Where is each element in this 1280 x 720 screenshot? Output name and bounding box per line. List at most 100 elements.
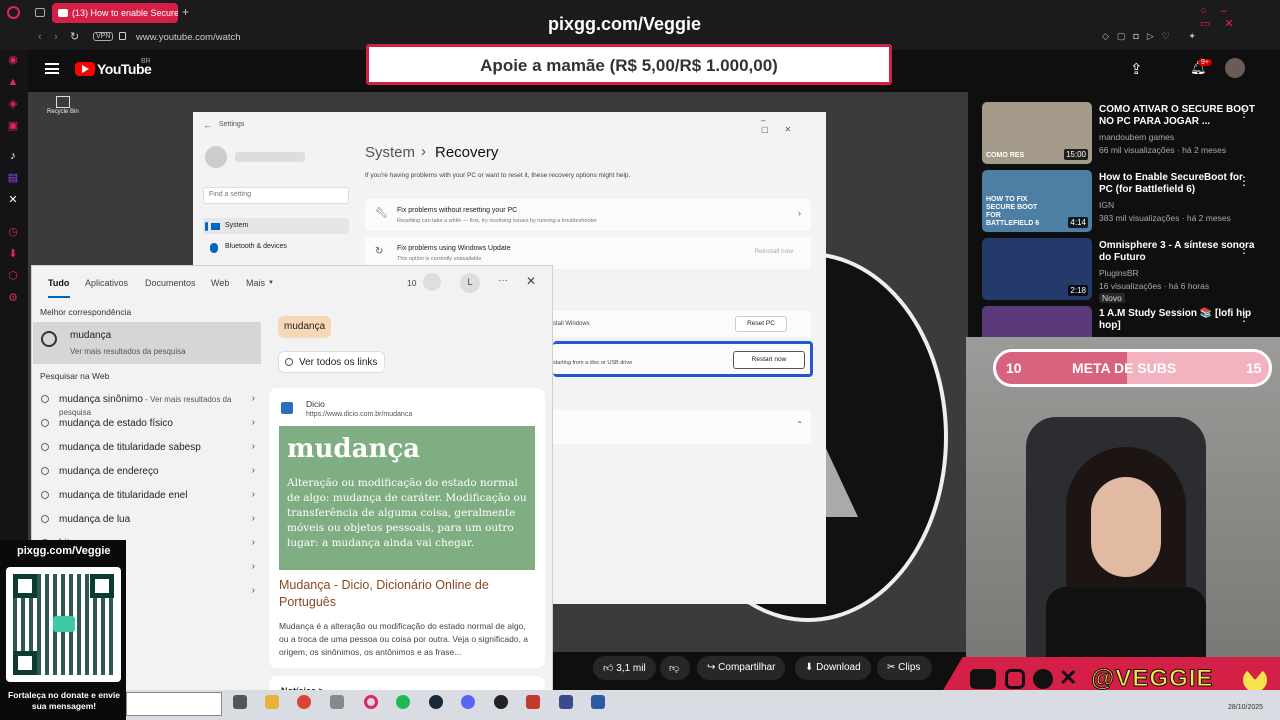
video-title[interactable]: How to Enable SecureBoot for PC (for Bat… <box>1099 172 1259 196</box>
nav-bluetooth[interactable]: Bluetooth & devices <box>203 240 349 256</box>
settings-gear-icon[interactable]: ⚙ <box>6 291 20 305</box>
reinstall-button[interactable]: Reinstall now <box>754 248 793 255</box>
close-icon[interactable]: ✕ <box>526 274 536 288</box>
all-links-button[interactable]: Ver todos os links <box>278 351 386 373</box>
twitch-icon[interactable]: ▤ <box>6 171 20 185</box>
window-buttons[interactable]: –▢✕ <box>761 116 826 134</box>
suggestion-item[interactable]: mudança de titularidade enel › <box>41 489 255 505</box>
aria-icon[interactable]: ◉ <box>6 53 20 67</box>
more-vert-icon[interactable]: ⋮ <box>1238 310 1250 324</box>
suggestion-item[interactable]: mudança sinônimo - Ver mais resultados d… <box>41 393 255 417</box>
channel-name[interactable]: mandoubem games <box>1099 132 1174 142</box>
chevron-right-icon: › <box>251 561 255 572</box>
new-tab-button[interactable]: + <box>182 5 189 19</box>
query-chip[interactable]: mudança <box>278 316 332 338</box>
more-vert-icon[interactable]: ⋮ <box>1238 174 1250 188</box>
more-vert-icon[interactable]: ⋮ <box>1238 106 1250 120</box>
workspaces-icon[interactable] <box>35 8 45 17</box>
app-icon-1[interactable] <box>330 695 344 709</box>
recommended-item[interactable]: HOW TO FIX SECURE BOOT FOR BATTLEFIELD 6… <box>980 168 1280 232</box>
app-icon-3[interactable] <box>559 695 573 709</box>
more-vert-icon[interactable]: ⋮ <box>1238 242 1250 256</box>
nav-system[interactable]: System <box>203 218 349 234</box>
reset-pc-button[interactable]: Reset PC <box>735 316 787 332</box>
spotify-taskbar-icon[interactable] <box>396 695 410 709</box>
chevron-down-icon: ▼ <box>268 280 274 286</box>
channel-name[interactable]: IGN <box>1099 200 1114 210</box>
rewards-icon[interactable] <box>423 273 441 291</box>
steam-icon[interactable] <box>429 695 443 709</box>
tab-mais[interactable]: Mais <box>246 278 265 288</box>
history-icon[interactable]: ◷ <box>6 225 20 239</box>
settings-back-icon[interactable]: ← <box>203 120 212 130</box>
download-button[interactable]: ⬇ Download <box>795 656 871 680</box>
overlay-top-url: pixgg.com/Veggie <box>548 14 702 34</box>
rewards-points[interactable]: 10 <box>407 278 416 288</box>
tab-aplicativos[interactable]: Aplicativos <box>85 278 128 288</box>
discord-icon[interactable] <box>461 695 475 709</box>
opera-logo-icon[interactable] <box>7 6 20 19</box>
video-thumbnail[interactable]: 2:18 <box>982 238 1092 300</box>
extensions-icon[interactable]: ⬡ <box>6 269 20 283</box>
video-thumbnail[interactable]: COMO RES 15:00 <box>982 102 1092 164</box>
x-icon[interactable]: ✕ <box>6 193 20 207</box>
suggestion-item[interactable]: mudança de lua › <box>41 513 255 529</box>
suggestion-item[interactable]: mudança de estado físico › <box>41 417 255 433</box>
app-icon-2[interactable] <box>526 695 540 709</box>
dicio-card[interactable]: Dicio https://www.dicio.com.br/mudanca m… <box>269 388 545 668</box>
more-options-icon[interactable]: ··· <box>498 275 508 286</box>
restart-now-button[interactable]: Restart now <box>733 351 805 369</box>
recommended-item[interactable]: COMO RES 15:00 COMO ATIVAR O SECURE BOOT N… <box>980 100 1280 164</box>
recommended-item[interactable]: 2:18 Omnisphere 3 - A síntese sonora do F… <box>980 236 1280 303</box>
breadcrumb-parent[interactable]: System <box>365 144 415 161</box>
menu-icon[interactable] <box>45 63 59 74</box>
nav-system-label: System <box>225 222 249 229</box>
search-icon <box>41 443 49 451</box>
opera-taskbar-icon[interactable] <box>364 695 378 709</box>
card-title[interactable]: Mudança - Dicio, Dicionário Online de Po… <box>279 577 529 611</box>
channel-name[interactable]: PluginsBR <box>1099 268 1139 278</box>
tab-web[interactable]: Web <box>211 278 229 288</box>
video-title[interactable]: COMO ATIVAR O SECURE BOOT NO PC PARA JOG… <box>1099 104 1259 128</box>
search-avatar[interactable]: L <box>460 273 480 293</box>
like-button[interactable]: 👍︎ 3,1 mil <box>593 656 656 680</box>
best-match-item[interactable]: mudança Ver mais resultados da pesquisa <box>33 322 261 364</box>
share-button[interactable]: ↪ Compartilhar <box>697 656 786 680</box>
obs-icon[interactable] <box>494 695 508 709</box>
tab-tudo[interactable]: Tudo <box>48 278 69 288</box>
download-icon[interactable]: ⬇ <box>6 247 20 261</box>
clips-button[interactable]: ✂ Clips <box>877 656 932 680</box>
video-title[interactable]: Omnisphere 3 - A síntese sonora do Futur… <box>1099 240 1259 264</box>
forward-icon[interactable]: › <box>54 31 58 43</box>
taskbar-search[interactable] <box>126 692 222 716</box>
video-title[interactable]: 1 A.M Study Session 📚 [lofi hip hop] <box>1099 308 1259 332</box>
thumb-text: HOW TO FIX SECURE BOOT FOR BATTLEFIELD 6 <box>986 196 1040 227</box>
explorer-icon[interactable] <box>265 695 279 709</box>
fix-problems-card[interactable]: 🔧︎ Fix problems without resetting your P… <box>365 199 811 231</box>
vpn-badge[interactable]: VPN <box>93 32 114 41</box>
task-view-icon[interactable] <box>233 695 247 709</box>
url-field[interactable]: www.youtube.com/watch <box>136 32 241 43</box>
upload-icon[interactable]: ⇪ <box>1130 60 1143 78</box>
avatar[interactable] <box>1225 58 1245 78</box>
instagram-icon[interactable]: ▣ <box>6 119 20 133</box>
tab-active[interactable]: (13) How to enable Secure <box>52 3 178 23</box>
toolbar-icons[interactable]: ◇▢◘▷♡ ✦ <box>1102 31 1204 42</box>
youtube-logo-icon[interactable] <box>75 62 95 76</box>
suggestion-item[interactable]: mudança de endereço › <box>41 465 255 481</box>
bag-icon[interactable]: ▲ <box>6 75 20 89</box>
tiktok-icon[interactable]: ♪ <box>6 149 20 163</box>
app-icon-4[interactable] <box>591 695 605 709</box>
spotify-social-icon <box>1033 669 1053 689</box>
tab-documentos[interactable]: Documentos <box>145 278 196 288</box>
dislike-button[interactable]: 👎︎ <box>660 656 690 680</box>
chevron-up-icon[interactable]: ⌃ <box>796 420 803 429</box>
messenger-icon[interactable]: ◈ <box>6 97 20 111</box>
person-face <box>1091 477 1161 577</box>
back-icon[interactable]: ‹ <box>38 31 42 43</box>
video-thumbnail[interactable]: HOW TO FIX SECURE BOOT FOR BATTLEFIELD 6… <box>982 170 1092 232</box>
suggestion-item[interactable]: mudança de titularidade sabesp › <box>41 441 255 457</box>
reload-icon[interactable]: ↻ <box>70 30 79 43</box>
settings-search[interactable]: Find a setting <box>203 187 349 204</box>
chrome-icon[interactable] <box>297 695 311 709</box>
